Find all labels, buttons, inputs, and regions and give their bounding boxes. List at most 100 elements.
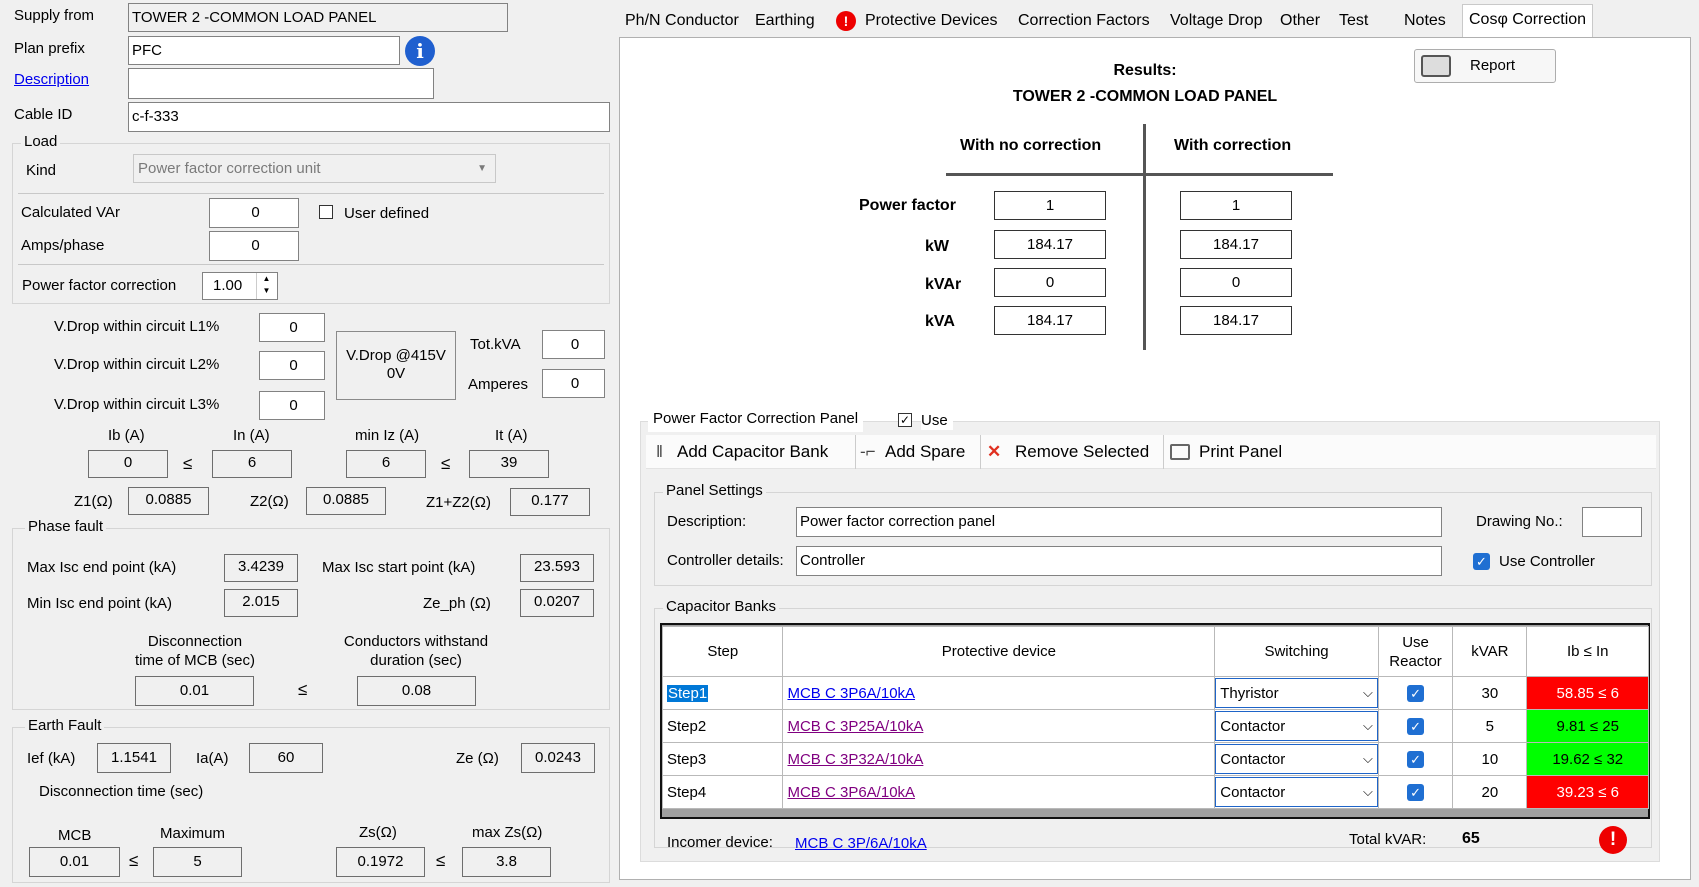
- calc-var-field[interactable]: 0: [209, 198, 299, 228]
- user-defined-checkbox[interactable]: [319, 205, 333, 219]
- step-cell[interactable]: Step4: [661, 775, 784, 809]
- switching-cell[interactable]: Contactor ⌵: [1214, 742, 1379, 776]
- table-row[interactable]: Step3 MCB C 3P32A/10kA Contactor ⌵ ✓ 10 1…: [661, 742, 1649, 776]
- in-value: 6: [212, 450, 292, 478]
- device-cell[interactable]: MCB C 3P6A/10kA: [782, 775, 1216, 809]
- drawing-no-field[interactable]: [1582, 507, 1642, 537]
- header-use-reactor-line2: Reactor: [1389, 652, 1442, 670]
- table-row[interactable]: Step4 MCB C 3P6A/10kA Contactor ⌵ ✓ 20 39…: [661, 775, 1649, 809]
- report-button[interactable]: Report: [1414, 49, 1556, 83]
- switching-select[interactable]: Thyristor ⌵: [1215, 678, 1378, 708]
- tab-earthing[interactable]: Earthing: [749, 6, 821, 36]
- pfc-panel-title: Power Factor Correction Panel: [653, 410, 859, 427]
- device-cell[interactable]: MCB C 3P25A/10kA: [782, 709, 1216, 743]
- info-icon[interactable]: i: [405, 36, 435, 66]
- use-controller-checkbox[interactable]: ✓: [1473, 553, 1490, 570]
- ze-label: Ze (Ω): [456, 750, 499, 767]
- switching-cell[interactable]: Contactor ⌵: [1214, 709, 1379, 743]
- use-reactor-checkbox[interactable]: ✓: [1407, 717, 1425, 735]
- remove-selected-button[interactable]: Remove Selected: [1015, 435, 1149, 469]
- tab-correction-factors[interactable]: Correction Factors: [1012, 6, 1156, 36]
- reactor-cell[interactable]: ✓: [1377, 742, 1454, 776]
- table-row[interactable]: Step2 MCB C 3P25A/10kA Contactor ⌵ ✓ 5 9.…: [661, 709, 1649, 743]
- reactor-cell[interactable]: ✓: [1377, 709, 1454, 743]
- switching-cell[interactable]: Contactor ⌵: [1214, 775, 1379, 809]
- description-field[interactable]: [128, 68, 434, 99]
- totkva-label: Tot.kVA: [470, 336, 521, 353]
- drawing-no-label: Drawing No.:: [1476, 513, 1563, 530]
- kvar-cell[interactable]: 10: [1452, 742, 1528, 776]
- pfc-use-checkbox[interactable]: ✓: [898, 413, 912, 427]
- spinner-arrows-icon[interactable]: ▲ ▼: [256, 273, 276, 299]
- device-link[interactable]: MCB C 3P6A/10kA: [787, 784, 915, 801]
- tab-ph-n-conductor[interactable]: Ph/N Conductor: [619, 6, 745, 36]
- in-label: In (A): [233, 427, 270, 444]
- max-isc-start-label: Max Isc start point (kA): [322, 559, 476, 576]
- device-link[interactable]: MCB C 3P6A/10kA: [787, 685, 915, 702]
- kvar-cell[interactable]: 20: [1452, 775, 1528, 809]
- tab-other[interactable]: Other: [1274, 6, 1326, 36]
- tab-protective-devices[interactable]: Protective Devices: [859, 6, 1004, 36]
- ib-check-cell: 19.62 ≤ 32: [1526, 742, 1649, 776]
- mcb-value: 0.01: [29, 847, 120, 877]
- tab-notes[interactable]: Notes: [1398, 6, 1452, 36]
- cable-id-field[interactable]: c-f-333: [128, 102, 610, 132]
- controller-field[interactable]: Controller: [796, 546, 1442, 576]
- device-cell[interactable]: MCB C 3P6A/10kA: [782, 676, 1216, 710]
- tab-test[interactable]: Test: [1333, 6, 1374, 36]
- step-cell[interactable]: Step2: [661, 709, 784, 743]
- switching-cell[interactable]: Thyristor ⌵: [1214, 676, 1379, 710]
- header-ib-in[interactable]: Ib ≤ In: [1526, 626, 1649, 677]
- ief-value: 1.1541: [97, 743, 171, 773]
- step-name: Step1: [667, 684, 709, 702]
- amps-field[interactable]: 0: [209, 231, 299, 261]
- plan-prefix-field[interactable]: PFC: [128, 36, 400, 65]
- error-icon: !: [836, 11, 856, 31]
- pfc-description-field[interactable]: Power factor correction panel: [796, 507, 1442, 537]
- vd3-label: V.Drop within circuit L3%: [54, 396, 220, 413]
- z1-label: Z1(Ω): [74, 493, 113, 510]
- step-cell[interactable]: Step3: [661, 742, 784, 776]
- header-kvar[interactable]: kVAR: [1452, 626, 1528, 677]
- tab-cos-phi-correction[interactable]: Cosφ Correction: [1462, 4, 1594, 37]
- header-step[interactable]: Step: [661, 626, 784, 677]
- reactor-cell[interactable]: ✓: [1377, 676, 1454, 710]
- switching-select[interactable]: Contactor ⌵: [1215, 777, 1378, 807]
- z2-value: 0.0885: [306, 487, 386, 515]
- use-reactor-checkbox[interactable]: ✓: [1407, 684, 1425, 702]
- switching-select[interactable]: Contactor ⌵: [1215, 744, 1378, 774]
- kind-select[interactable]: Power factor correction unit ▼: [133, 154, 496, 183]
- device-link[interactable]: MCB C 3P32A/10kA: [787, 751, 923, 768]
- kind-value: Power factor correction unit: [138, 160, 321, 177]
- amperes-field: 0: [542, 369, 605, 398]
- device-cell[interactable]: MCB C 3P32A/10kA: [782, 742, 1216, 776]
- ib-label: Ib (A): [108, 427, 145, 444]
- add-spare-button[interactable]: Add Spare: [885, 435, 965, 469]
- power-factor-label: Power factor: [859, 197, 956, 214]
- remove-x-icon: ✕: [987, 442, 1002, 461]
- header-protective-device[interactable]: Protective device: [782, 626, 1216, 677]
- kvar-cell[interactable]: 30: [1452, 676, 1528, 710]
- mcb-label: MCB: [58, 827, 92, 844]
- switching-select[interactable]: Contactor ⌵: [1215, 711, 1378, 741]
- description-link[interactable]: Description: [14, 71, 89, 89]
- use-reactor-checkbox[interactable]: ✓: [1407, 750, 1425, 768]
- supply-from-field[interactable]: TOWER 2 -COMMON LOAD PANEL: [128, 3, 508, 32]
- kvar-with-value: 0: [1180, 268, 1292, 297]
- print-panel-button[interactable]: Print Panel: [1199, 435, 1282, 469]
- reactor-cell[interactable]: ✓: [1377, 775, 1454, 809]
- incomer-link[interactable]: MCB C 3P/6A/10kA: [795, 835, 927, 853]
- warning-icon: !: [1599, 826, 1627, 854]
- kvar-cell[interactable]: 5: [1452, 709, 1528, 743]
- device-link[interactable]: MCB C 3P25A/10kA: [787, 718, 923, 735]
- add-capacitor-bank-button[interactable]: Add Capacitor Bank: [677, 435, 828, 469]
- pfc-label: Power factor correction: [22, 277, 177, 294]
- step-cell[interactable]: Step1: [661, 676, 784, 710]
- tab-bar: Ph/N Conductor Earthing ! Protective Dev…: [616, 0, 1699, 38]
- controller-label: Controller details:: [667, 552, 784, 569]
- header-switching[interactable]: Switching: [1214, 626, 1379, 677]
- header-use-reactor[interactable]: Use Reactor: [1377, 626, 1454, 677]
- table-row[interactable]: Step1 MCB C 3P6A/10kA Thyristor ⌵ ✓ 30 58…: [661, 676, 1649, 710]
- use-reactor-checkbox[interactable]: ✓: [1407, 783, 1425, 801]
- tab-voltage-drop[interactable]: Voltage Drop: [1164, 6, 1269, 36]
